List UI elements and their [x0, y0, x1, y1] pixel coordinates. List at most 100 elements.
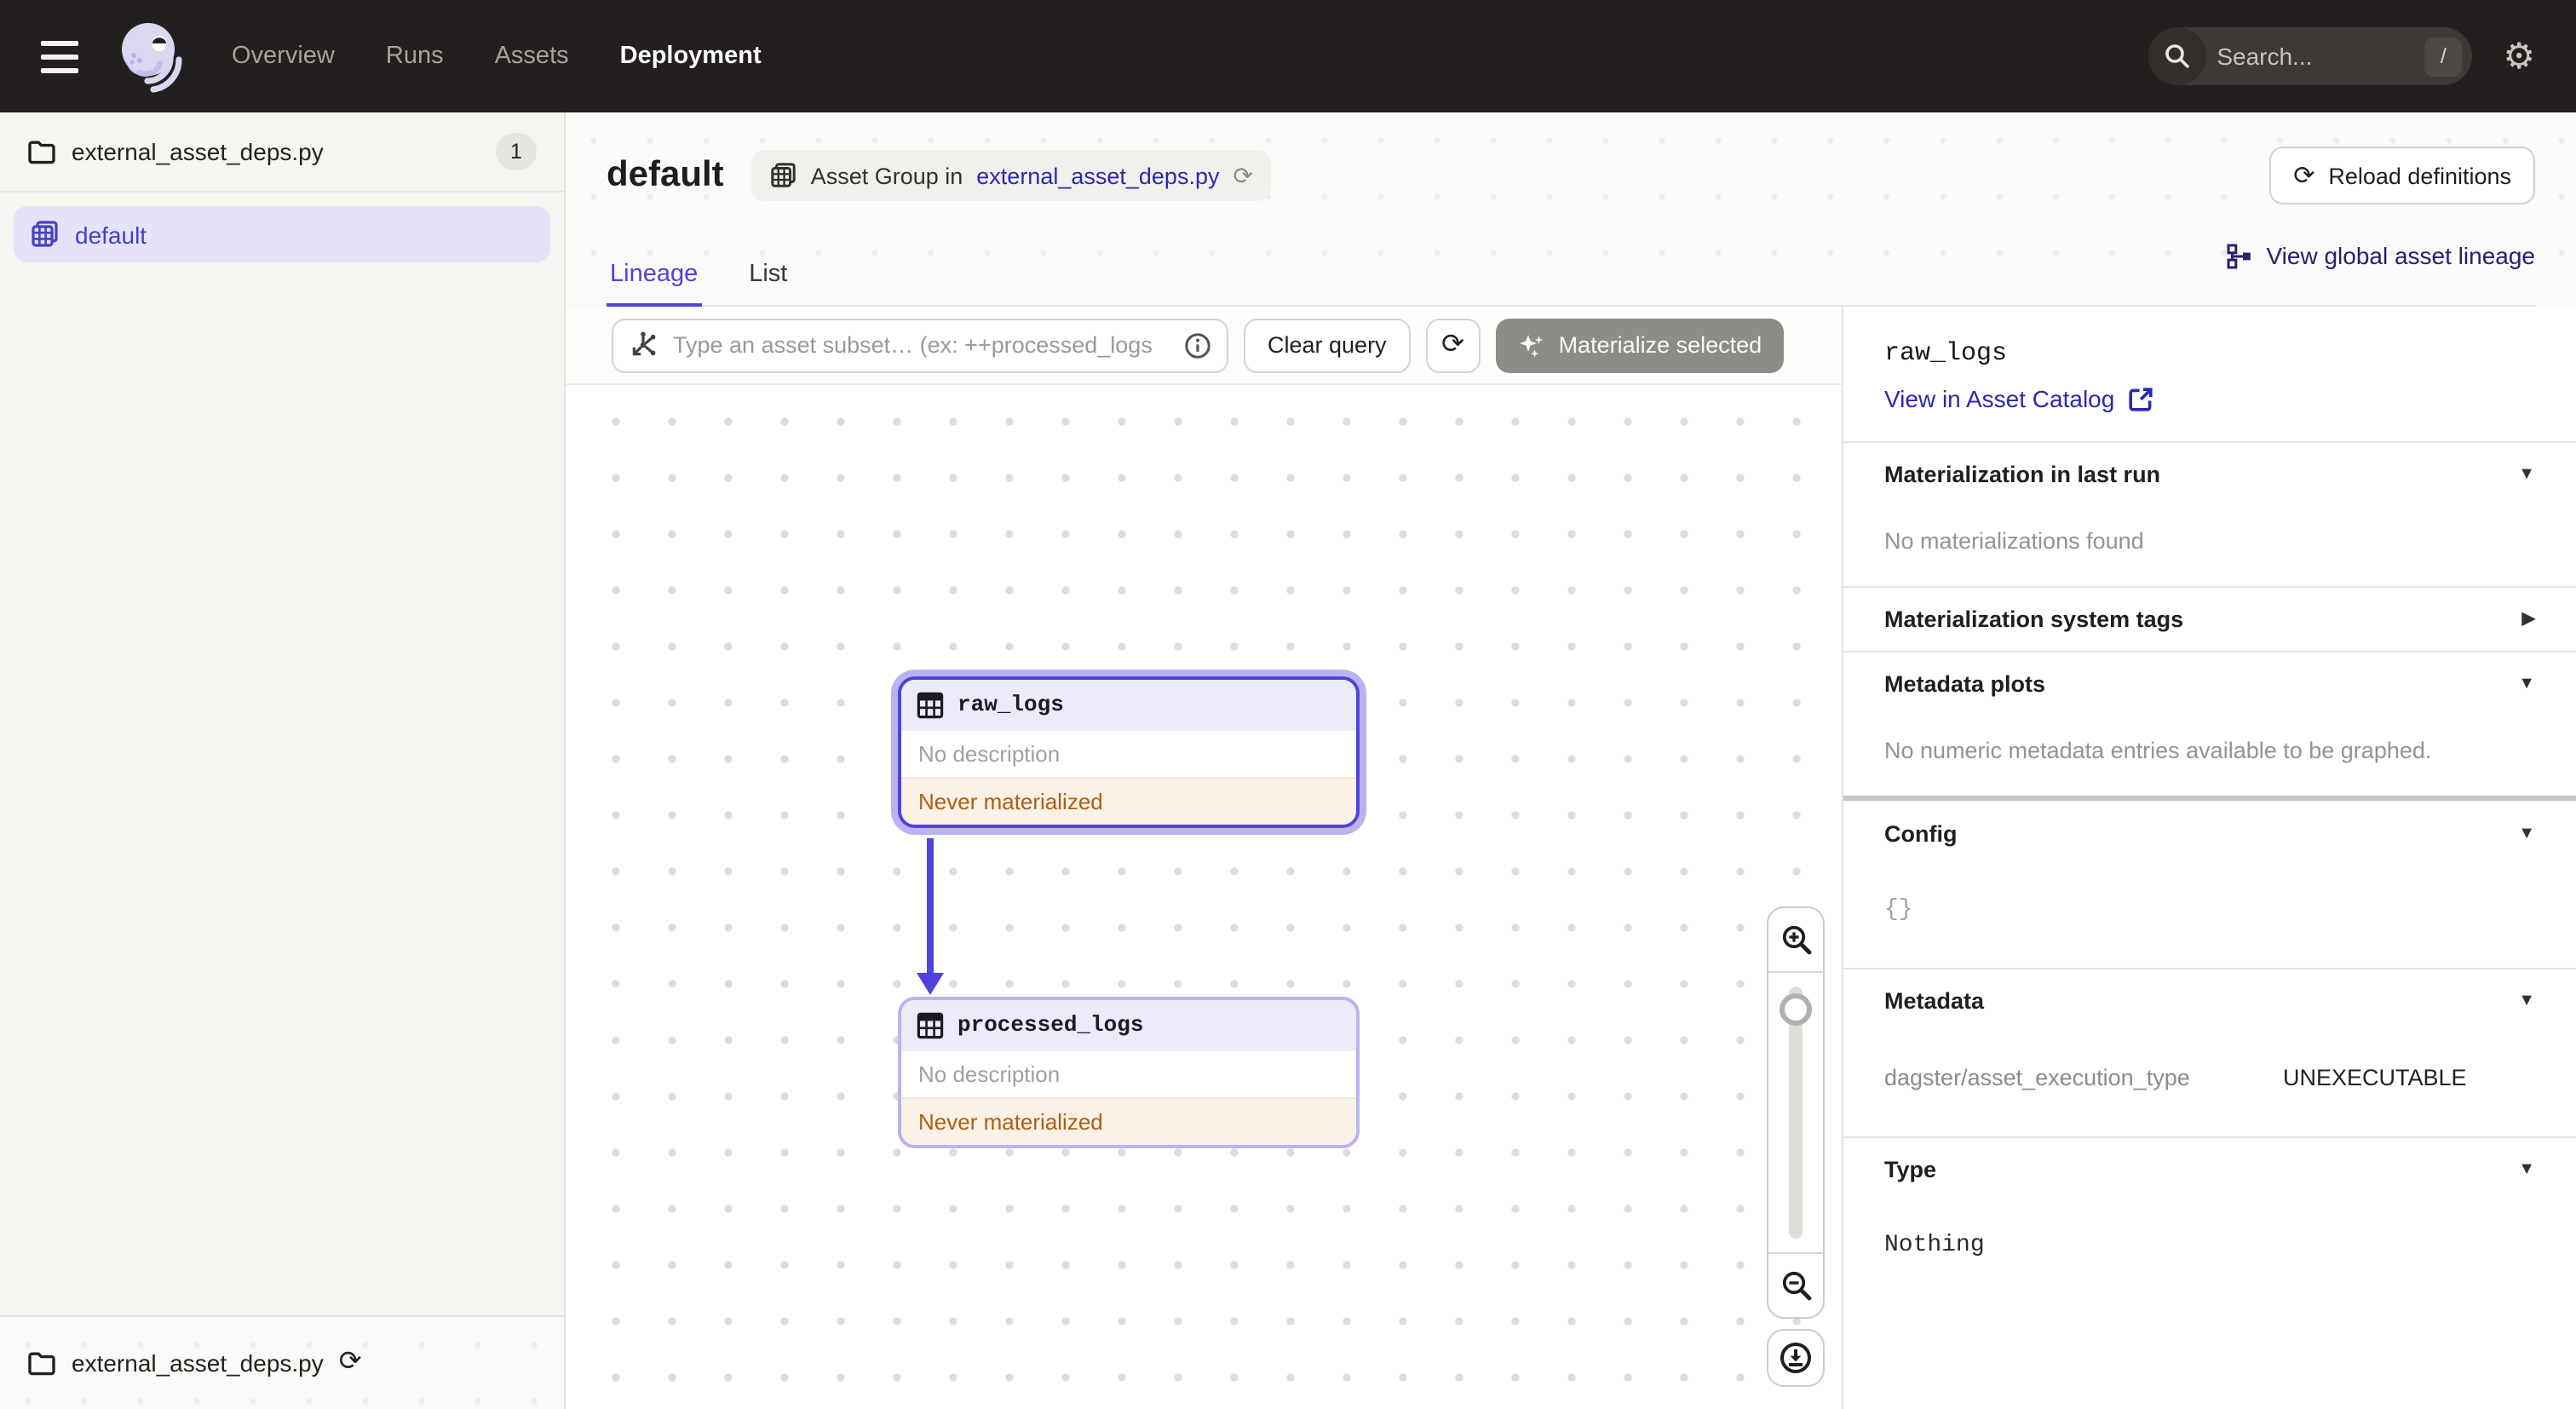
asset-node-status: Never materialized — [901, 1097, 1356, 1145]
section-title: Config — [1884, 820, 1958, 846]
sidebar-repo-row[interactable]: external_asset_deps.py 1 — [0, 112, 564, 193]
asset-node-description: No description — [901, 729, 1356, 777]
section-metadata-plots[interactable]: Metadata plots ▼ — [1843, 651, 2576, 716]
asset-node-status: Never materialized — [901, 777, 1356, 825]
folder-icon — [28, 1351, 55, 1375]
app-window: Overview Runs Assets Deployment / ⚙ exte… — [0, 0, 2576, 1409]
chevron-down-icon: ▼ — [2518, 824, 2535, 843]
section-metadata[interactable]: Metadata ▼ — [1843, 968, 2576, 1032]
lineage-canvas[interactable]: raw_logs No description Never materializ… — [566, 385, 1842, 1409]
section-materialization-system-tags[interactable]: Materialization system tags ▶ — [1843, 586, 2576, 651]
nav-item-runs[interactable]: Runs — [386, 43, 444, 70]
config-value: {} — [1884, 896, 1913, 923]
nav-item-overview[interactable]: Overview — [232, 43, 335, 70]
breadcrumb-prefix: Asset Group in — [810, 163, 963, 188]
view-in-asset-catalog-link[interactable]: View in Asset Catalog — [1884, 385, 2535, 412]
asset-group-icon — [32, 221, 58, 247]
lineage-graph-pane: Clear query ⟳ Materialize selected — [566, 307, 1843, 1409]
top-navbar: Overview Runs Assets Deployment / ⚙ — [0, 0, 2576, 112]
table-icon — [917, 1011, 944, 1038]
sidebar-item-default-group[interactable]: default — [14, 206, 550, 262]
nav-item-deployment[interactable]: Deployment — [620, 43, 762, 70]
zoom-to-fit-button[interactable] — [1767, 1329, 1825, 1387]
chevron-down-icon: ▼ — [2518, 992, 2535, 1010]
tab-lineage[interactable]: Lineage — [607, 239, 702, 307]
zoom-in-button[interactable] — [1768, 908, 1823, 973]
section-title: Materialization system tags — [1884, 607, 2184, 632]
op-selector-icon — [632, 331, 656, 356]
table-icon — [917, 691, 944, 718]
section-title: Metadata — [1884, 988, 1985, 1014]
section-title: Metadata plots — [1884, 671, 2046, 697]
asset-node-processed-logs[interactable]: processed_logs No description Never mate… — [898, 997, 1360, 1148]
gear-icon[interactable]: ⚙ — [2503, 38, 2535, 74]
global-search[interactable]: / — [2148, 27, 2473, 85]
zoom-to-fit-icon — [1780, 1343, 1811, 1373]
lineage-edge — [927, 838, 934, 975]
refresh-icon[interactable]: ⟳ — [1233, 164, 1252, 187]
reload-repo-icon[interactable]: ⟳ — [339, 1349, 362, 1377]
external-link-icon — [2129, 387, 2153, 411]
asset-query-input[interactable] — [670, 331, 1172, 359]
section-title: Materialization in last run — [1884, 462, 2161, 487]
chevron-down-icon: ▼ — [2518, 675, 2535, 693]
materialize-selected-button[interactable]: Materialize selected — [1495, 318, 1785, 372]
section-type[interactable]: Type ▼ — [1843, 1136, 2576, 1201]
view-tabs: Lineage List — [607, 239, 791, 307]
chevron-down-icon: ▼ — [2518, 1160, 2535, 1179]
section-title: Type — [1884, 1157, 1937, 1182]
refresh-icon: ⟳ — [2293, 161, 2315, 190]
footer-repo-name: external_asset_deps.py — [72, 1349, 324, 1377]
zoom-slider[interactable] — [1768, 973, 1823, 1252]
asset-query-field[interactable] — [612, 318, 1228, 372]
metadata-key: dagster/asset_execution_type — [1884, 1065, 2190, 1090]
folder-icon — [28, 140, 55, 164]
breadcrumb-repo-link[interactable]: external_asset_deps.py — [976, 163, 1219, 188]
materialization-empty-state: No materializations found — [1884, 528, 2144, 554]
reload-definitions-label: Reload definitions — [2328, 163, 2511, 188]
zoom-slider-thumb[interactable] — [1780, 993, 1812, 1026]
page-title: default — [607, 155, 724, 194]
global-lineage-label: View global asset lineage — [2266, 242, 2536, 269]
sidebar-item-label: default — [75, 221, 147, 248]
asset-node-name: processed_logs — [957, 1012, 1144, 1038]
zoom-out-icon — [1781, 1271, 1811, 1301]
page-header: default Asset Group in external_asset_de… — [566, 112, 2576, 307]
metadata-value: UNEXECUTABLE — [2283, 1065, 2467, 1090]
code-location-sidebar: external_asset_deps.py 1 default externa… — [0, 112, 566, 1409]
nav-item-assets[interactable]: Assets — [495, 43, 569, 70]
chevron-right-icon: ▶ — [2521, 610, 2535, 629]
search-icon — [2148, 27, 2207, 85]
type-value: Nothing — [1884, 1232, 1985, 1259]
asset-node-description: No description — [901, 1050, 1356, 1097]
clear-query-button[interactable]: Clear query — [1244, 318, 1411, 372]
chevron-down-icon: ▼ — [2518, 465, 2535, 484]
search-input[interactable] — [2206, 43, 2425, 70]
primary-nav: Overview Runs Assets Deployment — [232, 43, 762, 70]
sidebar-footer-repo: external_asset_deps.py ⟳ — [0, 1315, 564, 1409]
search-shortcut-key: / — [2424, 37, 2463, 76]
view-global-asset-lineage-link[interactable]: View global asset lineage — [2228, 239, 2536, 269]
clear-query-label: Clear query — [1268, 332, 1387, 358]
catalog-link-label: View in Asset Catalog — [1884, 385, 2115, 412]
refresh-graph-button[interactable]: ⟳ — [1425, 318, 1481, 372]
info-icon[interactable] — [1184, 331, 1211, 359]
section-config[interactable]: Config ▼ — [1843, 801, 2576, 866]
dagster-logo-icon[interactable] — [112, 17, 187, 95]
section-materialization-in-last-run[interactable]: Materialization in last run ▼ — [1843, 441, 2576, 506]
sidebar-repo-name: external_asset_deps.py — [72, 138, 324, 165]
zoom-in-icon — [1781, 925, 1811, 955]
refresh-icon: ⟳ — [1441, 330, 1464, 359]
asset-node-raw-logs[interactable]: raw_logs No description Never materializ… — [898, 676, 1360, 828]
asset-query-toolbar: Clear query ⟳ Materialize selected — [566, 307, 1842, 385]
asset-group-icon — [771, 163, 796, 187]
lineage-graph-icon — [2228, 243, 2251, 268]
reload-definitions-button[interactable]: ⟳ Reload definitions — [2269, 147, 2535, 204]
tab-list[interactable]: List — [745, 239, 791, 307]
metadata-row: dagster/asset_execution_type UNEXECUTABL… — [1843, 1032, 2576, 1136]
zoom-control — [1767, 906, 1825, 1319]
zoom-out-button[interactable] — [1768, 1252, 1823, 1317]
sparkle-icon — [1519, 334, 1543, 357]
hamburger-menu-icon[interactable] — [41, 40, 78, 72]
